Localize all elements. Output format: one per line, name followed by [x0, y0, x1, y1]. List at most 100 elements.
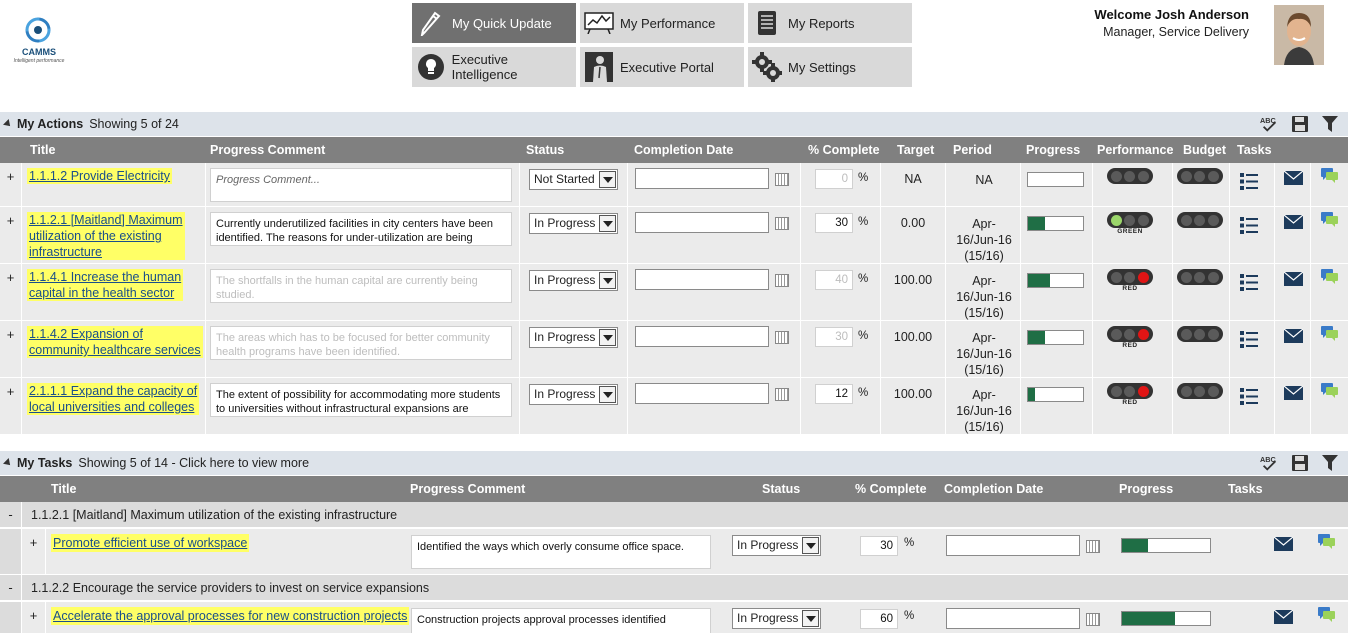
calendar-icon[interactable] — [775, 274, 789, 287]
collapse-triangle-icon[interactable] — [3, 119, 13, 129]
calendar-icon[interactable] — [775, 173, 789, 186]
mail-icon[interactable] — [1283, 214, 1304, 229]
action-title[interactable]: 1.1.2.1 [Maitland] Maximum utilization of… — [27, 212, 185, 260]
col-completion-date[interactable]: Completion Date — [634, 143, 733, 157]
mail-icon[interactable] — [1273, 609, 1294, 624]
nav-my-settings[interactable]: My Settings — [748, 47, 912, 87]
action-title-link[interactable]: 1.1.2.1 [Maitland] Maximum — [29, 212, 183, 228]
col-budget[interactable]: Budget — [1183, 143, 1226, 157]
completion-date-input[interactable] — [635, 269, 769, 290]
chevron-down-icon[interactable] — [599, 272, 616, 289]
col-progress[interactable]: Progress — [1026, 143, 1080, 157]
progress-comment-field[interactable]: The extent of possibility for accommodat… — [210, 383, 512, 417]
col-pct-complete[interactable]: % Complete — [808, 143, 880, 157]
col-completion-date[interactable]: Completion Date — [944, 482, 1043, 496]
view-more-link[interactable]: Showing 5 of 14 - Click here to view mor… — [78, 456, 309, 470]
completion-date-input[interactable] — [635, 326, 769, 347]
nav-my-quick-update[interactable]: My Quick Update — [412, 3, 576, 43]
action-title-link[interactable]: 1.1.4.2 Expansion of — [29, 326, 201, 342]
calendar-icon[interactable] — [1086, 613, 1100, 626]
pct-complete-input[interactable]: 30 — [860, 536, 898, 556]
action-title[interactable]: 1.1.4.1 Increase the human capital in the… — [27, 269, 184, 301]
nav-executive-intelligence[interactable]: Executive Intelligence — [412, 47, 576, 87]
mail-icon[interactable] — [1283, 271, 1304, 286]
chevron-down-icon[interactable] — [802, 610, 819, 627]
calendar-icon[interactable] — [775, 331, 789, 344]
calendar-icon[interactable] — [775, 217, 789, 230]
col-status[interactable]: Status — [762, 482, 800, 496]
chevron-down-icon[interactable] — [802, 537, 819, 554]
task-title[interactable]: Accelerate the approval processes for ne… — [51, 607, 410, 625]
save-icon[interactable] — [1290, 115, 1310, 133]
chevron-down-icon[interactable] — [599, 329, 616, 346]
task-list-icon[interactable] — [1240, 173, 1258, 190]
status-select[interactable]: In Progress — [529, 213, 618, 234]
pct-complete-input[interactable]: 30 — [815, 327, 853, 347]
col-progress-comment[interactable]: Progress Comment — [210, 143, 325, 157]
pct-complete-input[interactable]: 60 — [860, 609, 898, 629]
collapse-minus-icon[interactable]: - — [0, 502, 22, 527]
progress-comment-field[interactable]: Progress Comment... — [210, 168, 512, 202]
completion-date-input[interactable] — [635, 168, 769, 189]
progress-comment-field[interactable]: Construction projects approval processes… — [411, 608, 711, 633]
collapse-triangle-icon[interactable] — [3, 458, 13, 468]
mail-icon[interactable] — [1283, 385, 1304, 400]
progress-comment-field[interactable]: The shortfalls in the human capital are … — [210, 269, 512, 303]
expand-plus-icon[interactable]: + — [0, 321, 22, 377]
calendar-icon[interactable] — [1086, 540, 1100, 553]
status-select[interactable]: In Progress — [529, 327, 618, 348]
action-title-link[interactable]: 1.1.1.2 Provide Electricity — [29, 168, 170, 184]
mail-icon[interactable] — [1273, 536, 1294, 551]
task-list-icon[interactable] — [1240, 388, 1258, 405]
action-title-link[interactable]: local universities and colleges — [29, 399, 197, 415]
nav-executive-portal[interactable]: Executive Portal — [580, 47, 744, 87]
action-title[interactable]: 2.1.1.1 Expand the capacity of local univ… — [27, 383, 200, 415]
comments-icon[interactable] — [1318, 607, 1335, 622]
nav-my-performance[interactable]: My Performance — [580, 3, 744, 43]
action-title[interactable]: 1.1.4.2 Expansion of community healthcare… — [27, 326, 203, 358]
action-title-link[interactable]: utilization of the existing — [29, 228, 183, 244]
spellcheck-icon[interactable]: ABC — [1260, 115, 1280, 133]
status-select[interactable]: In Progress — [529, 384, 618, 405]
col-period[interactable]: Period — [953, 143, 992, 157]
comments-icon[interactable] — [1321, 383, 1338, 398]
completion-date-input[interactable] — [635, 212, 769, 233]
col-tasks[interactable]: Tasks — [1228, 482, 1263, 496]
chevron-down-icon[interactable] — [599, 215, 616, 232]
spellcheck-icon[interactable]: ABC — [1260, 454, 1280, 472]
expand-plus-icon[interactable]: + — [22, 602, 46, 633]
task-title-link[interactable]: Promote efficient use of workspace — [51, 534, 250, 552]
mail-icon[interactable] — [1283, 328, 1304, 343]
action-title-link[interactable]: 2.1.1.1 Expand the capacity of — [29, 383, 197, 399]
filter-icon[interactable] — [1320, 115, 1340, 133]
col-target[interactable]: Target — [897, 143, 934, 157]
pct-complete-input[interactable]: 12 — [815, 384, 853, 404]
calendar-icon[interactable] — [775, 388, 789, 401]
col-status[interactable]: Status — [526, 143, 564, 157]
expand-plus-icon[interactable]: + — [0, 264, 22, 320]
task-list-icon[interactable] — [1240, 274, 1258, 291]
action-title-link[interactable]: 1.1.4.1 Increase the human — [29, 269, 181, 285]
col-title[interactable]: Title — [51, 482, 76, 496]
comments-icon[interactable] — [1318, 534, 1335, 549]
comments-icon[interactable] — [1321, 326, 1338, 341]
comments-icon[interactable] — [1321, 168, 1338, 183]
col-tasks[interactable]: Tasks — [1237, 143, 1272, 157]
pct-complete-input[interactable]: 30 — [815, 213, 853, 233]
col-pct-complete[interactable]: % Complete — [855, 482, 927, 496]
mail-icon[interactable] — [1283, 170, 1304, 185]
status-select[interactable]: In Progress — [529, 270, 618, 291]
col-progress[interactable]: Progress — [1119, 482, 1173, 496]
pct-complete-input[interactable]: 40 — [815, 270, 853, 290]
expand-plus-icon[interactable]: + — [0, 163, 22, 206]
expand-plus-icon[interactable]: + — [0, 378, 22, 434]
completion-date-input[interactable] — [635, 383, 769, 404]
status-select[interactable]: Not Started — [529, 169, 618, 190]
save-icon[interactable] — [1290, 454, 1310, 472]
task-list-icon[interactable] — [1240, 217, 1258, 234]
pct-complete-input[interactable]: 0 — [815, 169, 853, 189]
avatar[interactable] — [1274, 5, 1324, 65]
progress-comment-field[interactable]: The areas which has to be focused for be… — [210, 326, 512, 360]
task-title-link[interactable]: Accelerate the approval processes for ne… — [51, 607, 410, 625]
completion-date-input[interactable] — [946, 535, 1080, 556]
